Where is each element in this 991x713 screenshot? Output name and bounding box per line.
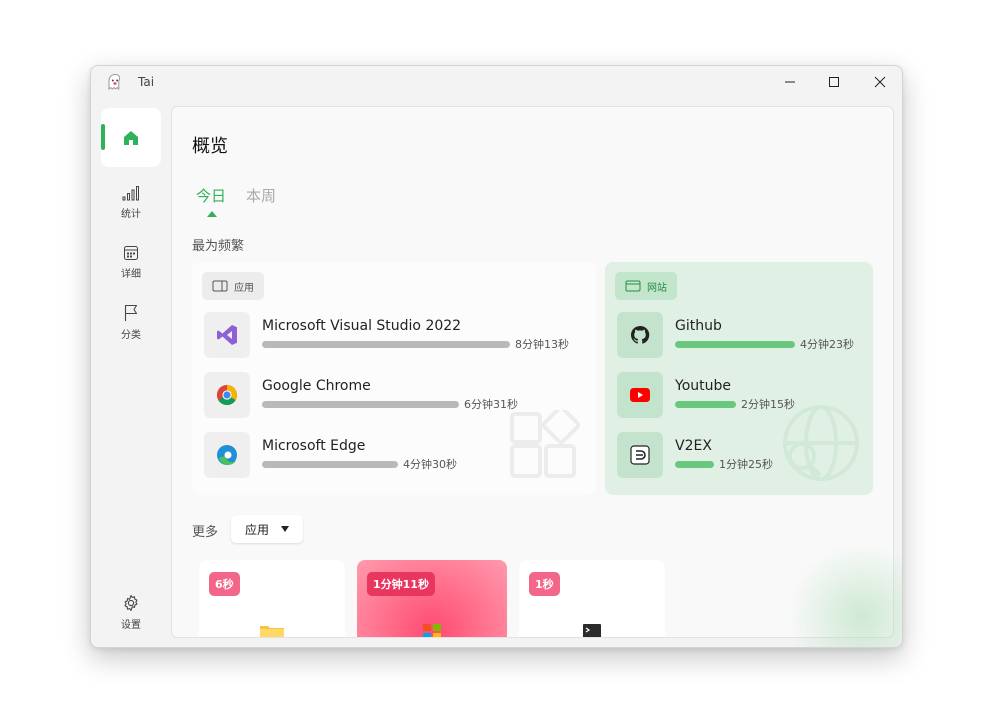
ghost-logo-icon: [106, 73, 124, 91]
maximize-icon: [829, 77, 839, 87]
sidebar-item-label: 统计: [121, 208, 141, 220]
site-usage-bar: [675, 341, 795, 348]
maximize-button[interactable]: [811, 66, 857, 98]
site-usage-time: 1分钟25秒: [719, 458, 773, 471]
calendar-icon: [124, 245, 138, 260]
site-usage-time: 4分钟23秒: [800, 338, 854, 351]
sidebar-item-label: 分类: [121, 329, 141, 341]
signal-bars-icon: [122, 185, 139, 200]
apps-chip-label: 应用: [234, 282, 254, 294]
windows-store-icon: [423, 624, 441, 637]
minimize-icon: [785, 81, 795, 83]
app-row[interactable]: Google Chrome 6分钟31秒: [204, 372, 584, 418]
folder-icon: [260, 626, 284, 637]
site-row[interactable]: Youtube 2分钟15秒: [617, 372, 873, 418]
app-tile[interactable]: 1秒: [519, 560, 665, 637]
site-usage-bar: [675, 401, 736, 408]
sidebar-item-overview[interactable]: [101, 108, 161, 167]
gear-icon: [124, 594, 138, 611]
app-window: Tai 统计 详细 分类 设置 概览 今日 本周 最为频繁 应用 Microso…: [90, 65, 903, 648]
youtube-icon: [617, 372, 663, 418]
chevron-down-icon: [281, 526, 289, 532]
edge-icon: [204, 432, 250, 478]
app-usage-bar: [262, 461, 398, 468]
apps-chip: 应用: [202, 272, 264, 300]
close-button[interactable]: [857, 66, 902, 98]
tab-week[interactable]: 本周: [246, 185, 276, 206]
sites-chip: 网站: [615, 272, 677, 300]
site-row[interactable]: V2EX 1分钟25秒: [617, 432, 873, 478]
chrome-icon: [204, 372, 250, 418]
app-usage-time: 6分钟31秒: [464, 398, 518, 411]
site-row[interactable]: Github 4分钟23秒: [617, 312, 873, 358]
window-title: Tai: [138, 75, 155, 89]
sidebar-item-stats[interactable]: 统计: [101, 176, 161, 228]
home-icon: [124, 130, 138, 145]
app-name: Microsoft Edge: [262, 438, 366, 454]
tile-time-badge: 1秒: [529, 572, 560, 596]
tab-today[interactable]: 今日: [196, 185, 226, 206]
type-select[interactable]: 应用: [231, 515, 303, 543]
app-tile[interactable]: 1分钟11秒: [357, 560, 507, 637]
more-section-label: 更多: [192, 525, 219, 540]
app-tile[interactable]: 6秒: [199, 560, 345, 637]
app-name: Google Chrome: [262, 378, 371, 394]
sidebar-item-settings[interactable]: 设置: [101, 586, 161, 638]
site-name: Github: [675, 318, 722, 334]
visual-studio-icon: [204, 312, 250, 358]
tile-time-badge: 1分钟11秒: [367, 572, 435, 596]
frequent-section-label: 最为频繁: [192, 239, 245, 254]
browser-window-icon: [625, 280, 641, 292]
tile-time-badge: 6秒: [209, 572, 240, 596]
sidebar-item-label: 详细: [121, 268, 141, 280]
frequent-sites-card: 网站 Github 4分钟23秒 Youtube 2分钟15秒 V2EX 1分钟…: [605, 262, 873, 495]
type-select-value: 应用: [245, 522, 270, 537]
page-title: 概览: [192, 136, 228, 157]
app-usage-time: 4分钟30秒: [403, 458, 457, 471]
app-name: Microsoft Visual Studio 2022: [262, 318, 462, 334]
sites-chip-label: 网站: [647, 282, 667, 294]
sidebar-item-details[interactable]: 详细: [101, 236, 161, 288]
app-usage-time: 8分钟13秒: [515, 338, 569, 351]
minimize-button[interactable]: [767, 66, 813, 98]
app-window-icon: [212, 280, 228, 292]
frequent-apps-card: 应用 Microsoft Visual Studio 2022 8分钟13秒 G…: [192, 262, 596, 495]
close-icon: [874, 76, 886, 88]
site-name: V2EX: [675, 438, 712, 454]
app-row[interactable]: Microsoft Edge 4分钟30秒: [204, 432, 584, 478]
terminal-icon: [583, 624, 601, 637]
site-name: Youtube: [675, 378, 731, 394]
title-bar: Tai: [91, 66, 902, 100]
github-icon: [617, 312, 663, 358]
main-content: 概览 今日 本周 最为频繁 应用 Microsoft Visual Studio…: [171, 106, 894, 638]
tab-active-caret: [207, 211, 217, 217]
site-usage-bar: [675, 461, 714, 468]
app-usage-bar: [262, 341, 510, 348]
site-usage-time: 2分钟15秒: [741, 398, 795, 411]
sidebar-item-category[interactable]: 分类: [101, 296, 161, 348]
sidebar: 统计 详细 分类 设置: [91, 100, 171, 647]
active-indicator: [101, 124, 105, 150]
app-row[interactable]: Microsoft Visual Studio 2022 8分钟13秒: [204, 312, 584, 358]
sidebar-item-label: 设置: [121, 619, 141, 631]
v2ex-icon: [617, 432, 663, 478]
flag-icon: [124, 304, 138, 321]
app-usage-bar: [262, 401, 459, 408]
